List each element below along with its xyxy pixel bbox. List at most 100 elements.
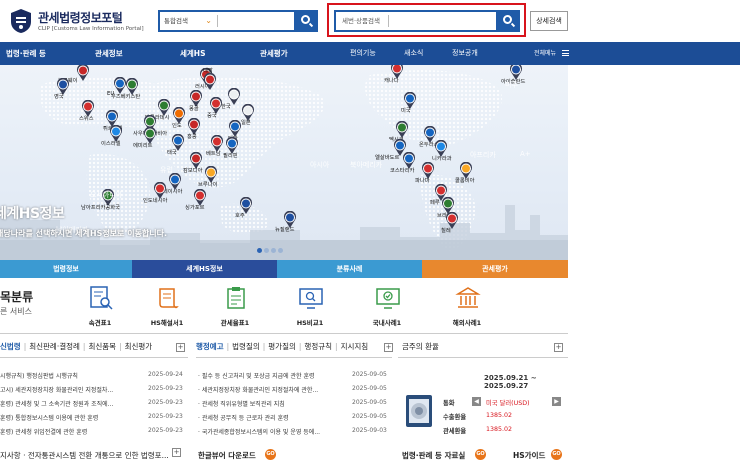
tab-law-info[interactable]: 법령정보 [0, 260, 132, 278]
more-plus-icon[interactable]: + [172, 448, 181, 457]
notice-ticker[interactable]: 지사항 · 전자통관시스템 전환 개통으로 인한 법령포... [0, 450, 169, 461]
service-quick-table[interactable]: 속견표1 [65, 285, 135, 331]
list-item-title[interactable]: · 세관지정장치장 화물관리인 지정절차에 관한... [198, 385, 344, 397]
tab-latest-cases[interactable]: 최신판례·결정례 [29, 342, 80, 351]
country-pin[interactable]: 캐나다 [384, 65, 404, 84]
go-button[interactable]: GO [551, 449, 562, 460]
list-item-title[interactable]: · 국가관세종합정보시스템의 이용 및 운영 등에... [198, 427, 344, 439]
map-pin-icon [77, 65, 89, 81]
tab-latest-law[interactable]: 신법령 [0, 342, 21, 351]
service-hs-commentary[interactable]: HS해설서1 [132, 285, 202, 331]
country-pin[interactable]: 코스타리카 [390, 151, 416, 174]
country-pin[interactable]: 캄보디아 [183, 151, 203, 174]
country-pin[interactable]: 방글라데시 [145, 98, 171, 121]
carousel-dot[interactable] [278, 248, 283, 253]
country-pin[interactable]: 니카라과 [432, 139, 452, 162]
country-pin[interactable]: 몽골 [189, 89, 203, 112]
country-pin[interactable]: 파나마 [415, 161, 435, 184]
tab-latest-items[interactable]: 최신품목 [88, 342, 116, 351]
list-item-title[interactable]: 시행규칙) 행정심판법 시행규칙 [0, 371, 142, 383]
go-button[interactable]: GO [265, 449, 276, 460]
more-plus-icon[interactable]: + [176, 343, 185, 352]
country-pin[interactable]: 호주 [235, 196, 253, 219]
country-pin[interactable]: 노르웨이 [58, 65, 90, 84]
country-pin[interactable]: 베트남 [206, 134, 224, 157]
country-label: 남아프리카공화국 [81, 205, 120, 211]
viewer-download-link[interactable]: 한글뷰어 다운로드 [198, 450, 256, 461]
carousel-dot[interactable] [257, 248, 262, 253]
country-pin[interactable]: 스위스 [79, 99, 95, 122]
country-pin[interactable]: 싱가포르 [185, 188, 207, 211]
more-plus-icon[interactable]: + [554, 343, 563, 352]
go-button[interactable]: GO [475, 449, 486, 460]
law-archive-link[interactable]: 법령·판례 등 자료실 [402, 450, 465, 461]
country-pin[interactable]: 인도네시아 [143, 181, 167, 204]
hamburger-icon[interactable] [562, 50, 569, 56]
nav-item-law[interactable]: 법령·판례 등 [6, 42, 46, 65]
divider [0, 333, 568, 334]
tab-notice[interactable]: 행정예고 [196, 342, 224, 351]
more-plus-icon[interactable]: + [384, 343, 393, 352]
nav-item-world-hs[interactable]: 세계HS [180, 42, 205, 65]
chevron-right-icon[interactable]: ▶ [552, 397, 561, 406]
list-item-title[interactable]: · 관세청 공무직 등 근로자 관리 훈령 [198, 413, 344, 425]
nav-item-news[interactable]: 새소식 [404, 42, 423, 65]
search-scope-select[interactable]: 통합검색 ⌄ [162, 14, 212, 28]
nav-item-disclosure[interactable]: 정보공개 [452, 42, 478, 65]
tab-latest-valuation[interactable]: 최신평가 [125, 342, 153, 351]
country-pin[interactable]: 인도 [172, 106, 186, 129]
country-pin[interactable]: 칠레 [441, 211, 459, 234]
country-pin[interactable]: 필리핀 [223, 136, 239, 159]
nav-item-customs-info[interactable]: 관세정보 [95, 42, 123, 65]
tab-world-hs[interactable]: 세계HS정보 [132, 260, 277, 278]
tab-directives[interactable]: 지시지침 [341, 342, 369, 351]
detail-search-button[interactable]: 상세검색 [530, 11, 568, 31]
carousel-dot[interactable] [264, 248, 269, 253]
country-pin[interactable]: 홍콩 [187, 117, 201, 140]
country-pin[interactable]: 한국 [221, 87, 241, 110]
service-foreign-cases[interactable]: 해외사례1 [432, 285, 502, 331]
list-item-title[interactable]: 훈령) 통합정보시스템 이용에 관한 훈령 [0, 413, 142, 425]
list-item-title[interactable]: 훈령) 관세청 및 그 소속기관 정원과 조직에... [0, 399, 142, 411]
tab-law-inquiry[interactable]: 법령질의 [232, 342, 260, 351]
tab-valuation[interactable]: 관세평가 [422, 260, 568, 278]
list-item-title[interactable]: 고시) 세관지정장치장 화물관리인 지정절차... [0, 385, 142, 397]
currency-label: 통화 [443, 400, 455, 407]
country-pin[interactable]: 브루나이 [198, 165, 218, 188]
country-pin[interactable]: 네팔 [203, 68, 217, 93]
search-button[interactable] [294, 10, 318, 32]
country-pin[interactable]: 영국 [54, 77, 70, 100]
hs-search-button[interactable] [496, 10, 520, 32]
list-item-title[interactable]: 훈령) 관세청 위임전결에 관한 훈령 [0, 427, 142, 439]
list-item-title[interactable]: · 필수 등 신고처리 및 포상금 지급에 관한 훈령 [198, 371, 344, 383]
country-label: 이스라엘 [101, 141, 121, 147]
nav-item-convenience[interactable]: 편의기능 [350, 42, 376, 65]
country-label: 캄보디아 [183, 168, 203, 174]
country-pin[interactable]: 이스라엘 [101, 124, 123, 147]
hs-search-input[interactable]: 세번·상품검색 [342, 15, 380, 25]
country-pin[interactable]: 말레이시아 [158, 172, 182, 195]
list-item-title[interactable]: · 관세청 직위유형별 보직관리 지침 [198, 399, 344, 411]
country-pin[interactable]: 일본 [241, 103, 255, 126]
carousel-dot[interactable] [271, 248, 276, 253]
country-pin[interactable]: 우즈베키스탄 [111, 77, 140, 100]
world-hs-banner: 노르웨이영국스위스EU우즈베키스탄러시아튀르키예이스라엘방글라데시몽골중국일본한… [0, 65, 568, 260]
country-pin[interactable]: 태국 [167, 133, 185, 156]
country-pin[interactable]: 미국 [401, 91, 417, 114]
logo[interactable]: 관세법령정보포털 CLIP [Customs Law Information P… [8, 6, 144, 38]
country-pin[interactable]: 콜롬비아 [455, 161, 475, 184]
service-hs-compare[interactable]: HS비교1 [275, 285, 345, 331]
country-pin[interactable]: 멕시코 [389, 120, 409, 143]
all-menu-button[interactable]: 전체메뉴 [534, 42, 556, 65]
chevron-left-icon[interactable]: ◀ [472, 397, 481, 406]
country-pin[interactable]: 에미리트 [133, 126, 157, 149]
nav-item-valuation[interactable]: 관세평가 [260, 42, 288, 65]
country-label: 인도 [172, 123, 182, 129]
tab-classification-cases[interactable]: 분류사례 [277, 260, 422, 278]
service-tariff-table[interactable]: 관세율표1 [200, 285, 270, 331]
service-domestic-cases[interactable]: 국내사례1 [352, 285, 422, 331]
tab-admin-rules[interactable]: 행정규칙 [304, 342, 332, 351]
tab-valuation-inquiry[interactable]: 평가질의 [268, 342, 296, 351]
country-pin[interactable]: 뉴질랜드 [275, 210, 297, 233]
hs-guide-link[interactable]: HS가이드 [513, 450, 545, 461]
